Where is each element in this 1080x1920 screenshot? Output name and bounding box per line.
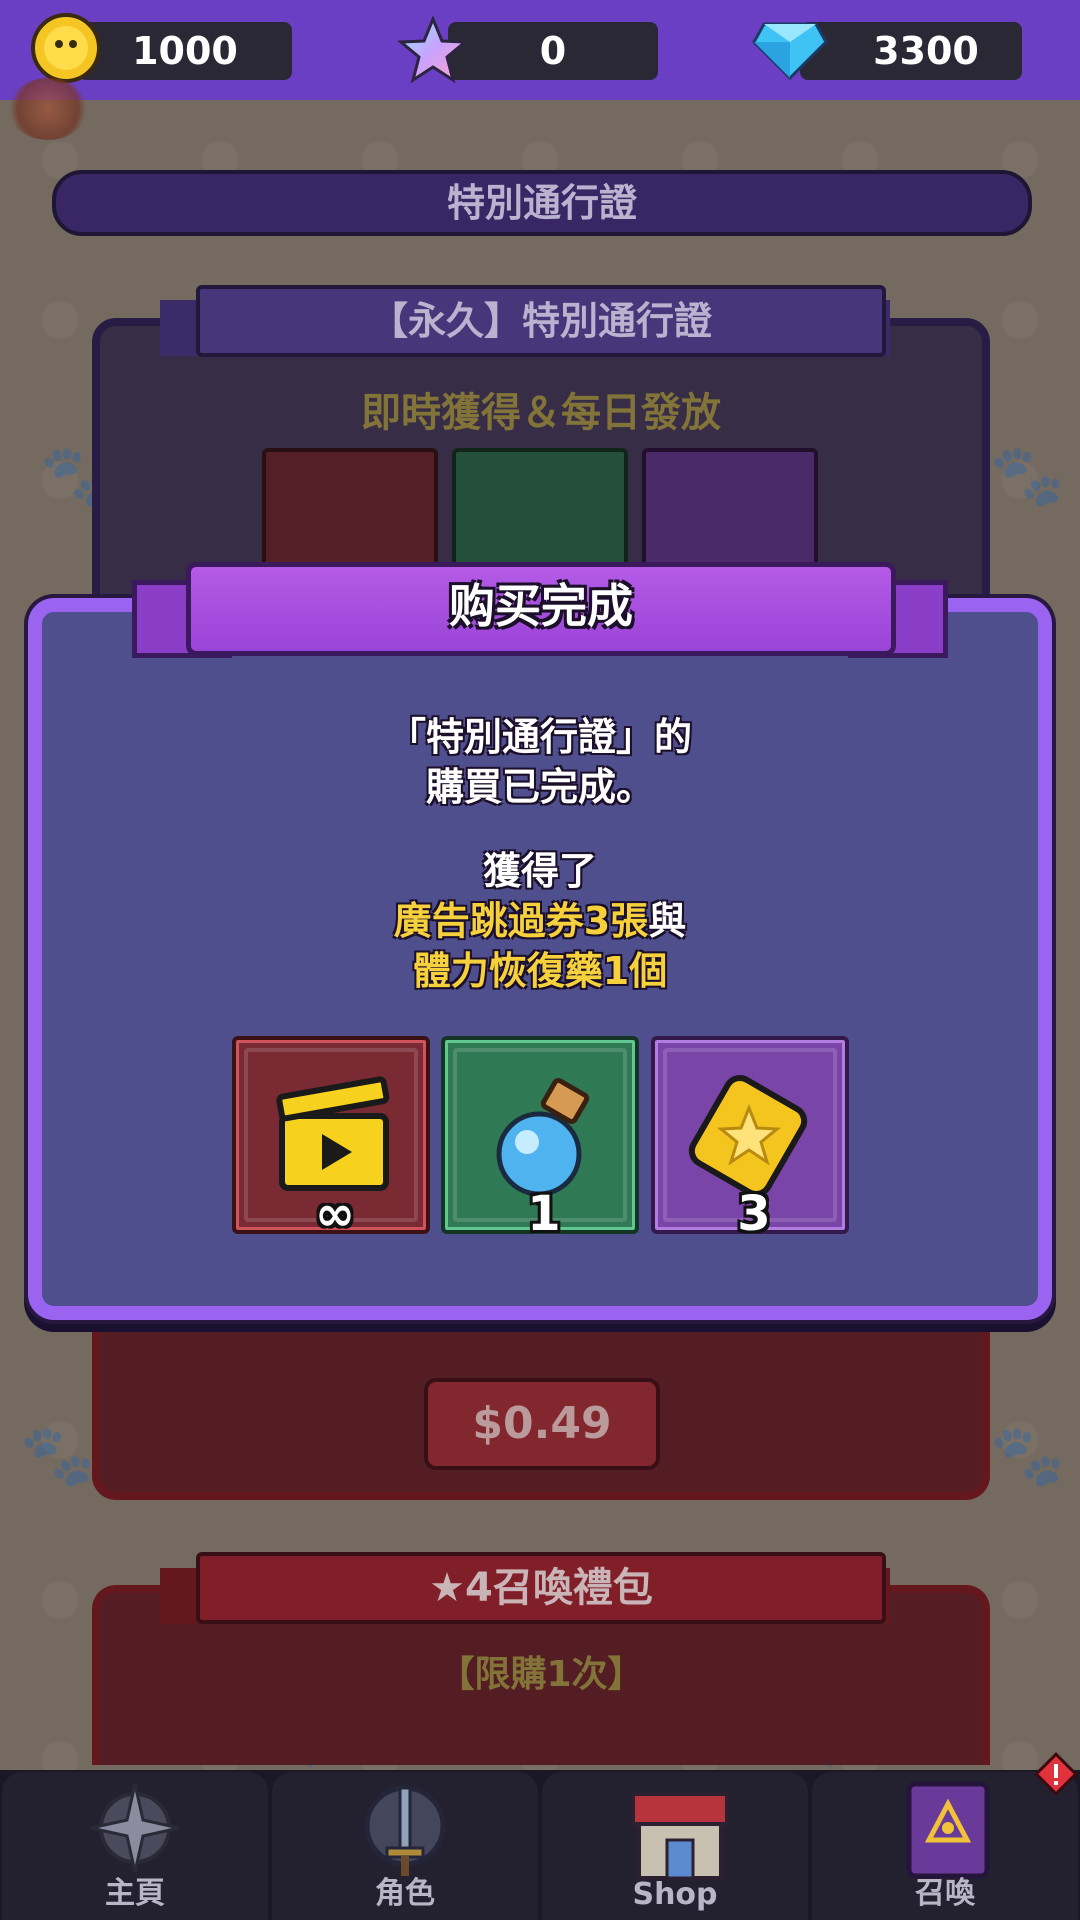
ticket-reward-text: 廣告跳過券3張 bbox=[393, 899, 649, 943]
star-amount: 0 bbox=[539, 29, 567, 73]
message-line-3: 獲得了 bbox=[482, 849, 597, 893]
reward-count: 1 bbox=[527, 1186, 561, 1242]
reward-count: 3 bbox=[737, 1186, 771, 1242]
clapperboard-icon bbox=[276, 1076, 390, 1191]
reward-ad-skip: ∞ bbox=[232, 1036, 430, 1242]
reward-count: ∞ bbox=[315, 1186, 355, 1242]
message-line-2: 購買已完成。 bbox=[425, 765, 654, 809]
coin-icon bbox=[31, 13, 101, 83]
message-line-4: 廣告跳過券3張與 bbox=[60, 890, 1020, 945]
alert-badge-icon bbox=[1034, 1752, 1078, 1796]
potion-reward-text: 體力恢復藥1個 bbox=[412, 949, 668, 993]
dialog-title: 购买完成 bbox=[449, 579, 633, 633]
reward-star-ticket: 3 bbox=[651, 1036, 849, 1242]
potion-icon bbox=[496, 1077, 590, 1197]
nav-character[interactable]: 角色 bbox=[272, 1772, 538, 1920]
diamond-icon bbox=[752, 22, 828, 81]
shop-icon bbox=[631, 1792, 729, 1880]
gem-amount: 3300 bbox=[873, 29, 979, 73]
nav-shop[interactable]: Shop bbox=[542, 1772, 808, 1920]
coin-amount: 1000 bbox=[132, 29, 238, 73]
nav-home[interactable]: 主頁 bbox=[2, 1772, 268, 1920]
coin-counter[interactable]: 1000 bbox=[78, 22, 292, 80]
message-line-1: 「特別通行證」的 bbox=[387, 715, 692, 759]
star-counter[interactable]: 0 bbox=[448, 22, 658, 80]
conjunction-text: 與 bbox=[648, 899, 687, 943]
star-ticket-icon bbox=[688, 1075, 808, 1194]
nav-character-label: 角色 bbox=[375, 1876, 435, 1911]
nav-shop-label: Shop bbox=[632, 1877, 718, 1912]
gem-counter[interactable]: 3300 bbox=[800, 22, 1022, 80]
resource-bar: 1000 0 3300 bbox=[0, 0, 1080, 100]
compass-icon bbox=[90, 1783, 180, 1873]
nav-home-label: 主頁 bbox=[105, 1876, 165, 1911]
rainbow-star-icon bbox=[398, 16, 468, 84]
reward-potion: 1 bbox=[441, 1036, 639, 1242]
nav-summon-label: 召喚 bbox=[915, 1876, 975, 1911]
message-line-5: 體力恢復藥1個 bbox=[60, 940, 1020, 995]
